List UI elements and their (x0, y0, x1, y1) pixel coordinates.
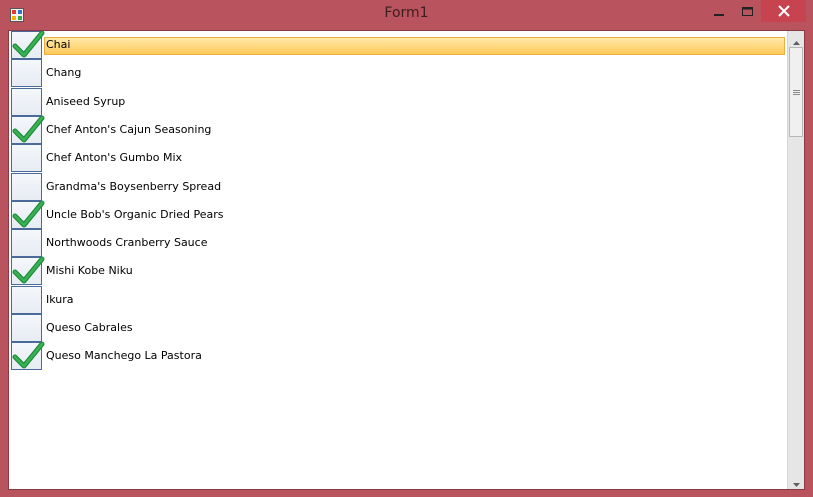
close-button[interactable] (761, 0, 806, 22)
item-checkbox[interactable] (11, 59, 42, 87)
item-checkbox[interactable] (11, 115, 45, 144)
item-label: Grandma's Boysenberry Spread (46, 180, 222, 193)
item-label: Aniseed Syrup (46, 95, 126, 108)
item-checkbox[interactable] (11, 173, 42, 201)
list-item[interactable]: Chang (9, 59, 787, 87)
grip-icon (793, 90, 800, 95)
selection-highlight (44, 37, 785, 55)
maximize-button[interactable] (734, 0, 761, 22)
list-item[interactable]: Northwoods Cranberry Sauce (9, 229, 787, 257)
item-label: Chef Anton's Cajun Seasoning (46, 123, 212, 136)
window-title: Form1 (384, 5, 429, 21)
title-bar[interactable]: Form1 (0, 0, 813, 30)
item-checkbox[interactable] (11, 31, 45, 59)
item-label: Chai (46, 38, 71, 51)
list-item[interactable]: Queso Manchego La Pastora (9, 341, 787, 370)
item-label: Northwoods Cranberry Sauce (46, 236, 208, 249)
item-checkbox[interactable] (11, 314, 42, 342)
minimize-icon (714, 2, 724, 21)
item-checkbox[interactable] (11, 286, 42, 314)
item-label: Mishi Kobe Niku (46, 264, 133, 277)
item-checkbox[interactable] (11, 200, 45, 229)
item-label: Uncle Bob's Organic Dried Pears (46, 208, 224, 221)
minimize-button[interactable] (704, 0, 734, 22)
list-item[interactable]: Chef Anton's Cajun Seasoning (9, 115, 787, 144)
list-item[interactable]: Mishi Kobe Niku (9, 256, 787, 285)
item-checkbox[interactable] (11, 256, 45, 285)
list-item[interactable]: Ikura (9, 286, 787, 314)
list-item[interactable]: Chai (9, 31, 787, 59)
vertical-scrollbar[interactable] (787, 31, 804, 489)
arrow-up-icon (792, 31, 800, 49)
item-checkbox[interactable] (11, 88, 42, 116)
list-item[interactable]: Grandma's Boysenberry Spread (9, 173, 787, 201)
item-label: Chang (46, 66, 82, 79)
arrow-down-icon (792, 472, 800, 490)
list-item[interactable]: Queso Cabrales (9, 314, 787, 342)
checked-list-box[interactable]: Chai Chang Aniseed Syrup Chef Anton's Cajun… (8, 30, 805, 490)
item-label: Queso Manchego La Pastora (46, 349, 202, 362)
close-icon (777, 2, 790, 21)
scroll-down-button[interactable] (788, 473, 804, 489)
scroll-up-button[interactable] (788, 31, 804, 47)
item-checkbox[interactable] (11, 144, 42, 172)
list-item[interactable]: Chef Anton's Gumbo Mix (9, 144, 787, 172)
app-window: Form1 Chai Chang Aniseed Syrup Chef Anton's… (0, 0, 813, 497)
maximize-icon (742, 2, 753, 21)
item-checkbox[interactable] (11, 229, 42, 257)
scroll-thumb[interactable] (789, 47, 803, 137)
item-label: Queso Cabrales (46, 321, 133, 334)
item-checkbox[interactable] (11, 341, 45, 370)
list-item[interactable]: Uncle Bob's Organic Dried Pears (9, 200, 787, 229)
item-label: Ikura (46, 293, 74, 306)
item-label: Chef Anton's Gumbo Mix (46, 151, 183, 164)
list-item[interactable]: Aniseed Syrup (9, 88, 787, 116)
